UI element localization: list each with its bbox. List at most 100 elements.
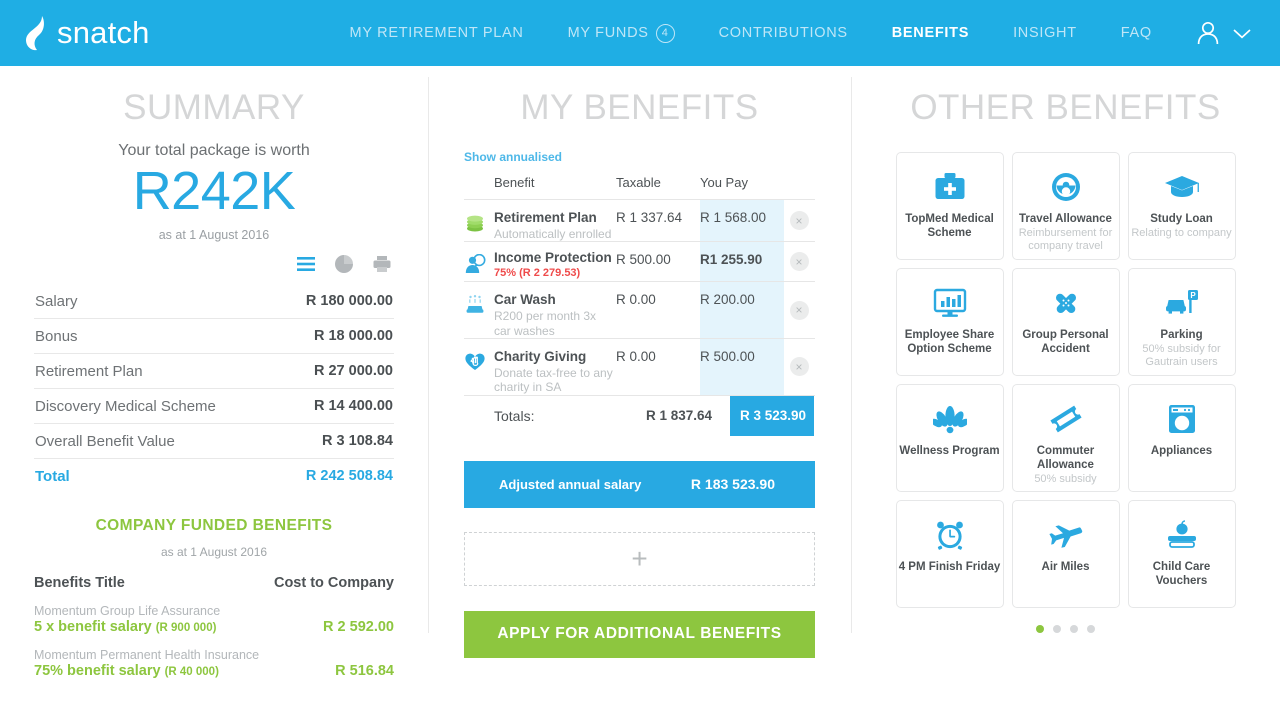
my-benefits-table-header: Benefit Taxable You Pay bbox=[464, 170, 815, 199]
other-benefit-card-group-personal-accident[interactable]: Group Personal Accident bbox=[1011, 268, 1120, 376]
benefit-description: R200 per month 3x car washes bbox=[494, 309, 597, 338]
pagination-dot-3[interactable] bbox=[1070, 625, 1078, 633]
chevron-down-icon bbox=[1233, 28, 1251, 39]
other-benefits-grid: TopMed Medical Scheme Travel Allowance R… bbox=[885, 152, 1246, 608]
income-protection-person-icon bbox=[464, 242, 494, 281]
summary-as-at-date: as at 1 August 2016 bbox=[158, 227, 270, 242]
adjusted-salary-label: Adjusted annual salary bbox=[499, 476, 642, 492]
remove-benefit-icon[interactable]: × bbox=[789, 252, 809, 272]
summary-total-label: Total bbox=[35, 467, 70, 485]
pagination-dot-2[interactable] bbox=[1053, 625, 1061, 633]
summary-view-toggles bbox=[34, 254, 394, 274]
company-funded-cost: R 2 592.00 bbox=[323, 618, 394, 635]
card-label: Air Miles bbox=[1041, 561, 1090, 573]
car-wash-icon bbox=[464, 282, 494, 338]
monitor-chart-icon bbox=[933, 285, 967, 321]
totals-you-pay: R 3 523.90 bbox=[730, 395, 814, 436]
remove-benefit-icon[interactable]: × bbox=[789, 300, 809, 320]
other-benefit-card-study-loan[interactable]: Study Loan Relating to company bbox=[1127, 152, 1236, 260]
benefit-description-alert: 75% (R 2 279.53) bbox=[494, 267, 581, 280]
summary-row-value: R 180 000.00 bbox=[305, 293, 393, 310]
benefit-row-charity-giving[interactable]: Charity Giving Donate tax-free to any ch… bbox=[464, 338, 815, 395]
nav-item-my-retirement-plan[interactable]: MY RETIREMENT PLAN bbox=[350, 25, 524, 41]
print-icon[interactable] bbox=[372, 254, 392, 274]
other-benefit-card-child-care-vouchers[interactable]: Child Care Vouchers bbox=[1127, 500, 1236, 608]
benefit-row-car-wash[interactable]: Car Wash R200 per month 3x car washes R … bbox=[464, 281, 815, 339]
nav-item-insight[interactable]: INSIGHT bbox=[1013, 25, 1077, 41]
nav-item-benefits[interactable]: BENEFITS bbox=[892, 25, 969, 41]
benefit-name: Car Wash bbox=[494, 292, 556, 308]
card-label: Study Loan bbox=[1150, 213, 1213, 225]
remove-benefit-icon[interactable]: × bbox=[789, 357, 809, 377]
card-sublabel: 50% subsidy bbox=[1034, 473, 1097, 486]
company-funded-as-at: as at 1 August 2016 bbox=[160, 544, 268, 559]
pagination-dot-4[interactable] bbox=[1087, 625, 1095, 633]
apply-for-additional-benefits-button[interactable]: APPLY FOR ADDITIONAL BENEFITS bbox=[464, 610, 815, 658]
charity-heart-hand-icon bbox=[464, 339, 494, 395]
company-funded-desc: 5 x benefit salary (R 900 000) bbox=[34, 618, 217, 635]
other-benefit-card-wellness-program[interactable]: Wellness Program bbox=[895, 384, 1004, 492]
company-funded-title: COMPANY FUNDED BENEFITS bbox=[95, 516, 333, 534]
card-sublabel: Relating to company bbox=[1131, 227, 1232, 240]
account-menu[interactable] bbox=[1196, 20, 1252, 46]
other-benefit-card-employee-share-option-scheme[interactable]: Employee Share Option Scheme bbox=[895, 268, 1004, 376]
totals-taxable: R 1 837.64 bbox=[646, 407, 713, 423]
card-label: TopMed Medical Scheme bbox=[905, 213, 994, 240]
brand-logo[interactable]: snatch bbox=[22, 14, 150, 52]
remove-benefit-icon[interactable]: × bbox=[789, 211, 809, 231]
benefit-name: Retirement Plan bbox=[494, 210, 597, 225]
top-navigation-bar: snatch MY RETIREMENT PLAN MY FUNDS 4 CON… bbox=[0, 0, 1280, 66]
adjusted-annual-salary-bar: Adjusted annual salary R 183 523.90 bbox=[464, 460, 815, 508]
card-sublabel: Reimbursement for company travel bbox=[1018, 227, 1113, 253]
my-benefits-table: Benefit Taxable You Pay Retirement Plan … bbox=[464, 170, 815, 436]
main-nav: MY RETIREMENT PLAN MY FUNDS 4 CONTRIBUTI… bbox=[350, 23, 1152, 43]
other-benefit-card-travel-allowance[interactable]: Travel Allowance Reimbursement for compa… bbox=[1011, 152, 1120, 260]
company-funded-header: Benefits Title Cost to Company bbox=[34, 575, 394, 591]
add-benefit-button[interactable]: + bbox=[464, 531, 815, 586]
other-benefits-title: OTHER BENEFITS bbox=[910, 88, 1221, 127]
card-label: Group Personal Accident bbox=[1022, 329, 1109, 356]
card-label: Parking bbox=[1160, 329, 1203, 341]
nav-item-my-funds[interactable]: MY FUNDS 4 bbox=[568, 23, 675, 43]
company-funded-amount-paren: (R 900 000) bbox=[155, 621, 217, 634]
card-label: Child Care Vouchers bbox=[1152, 561, 1211, 588]
benefit-taxable: R 1 337.64 bbox=[616, 210, 683, 225]
pagination-dot-1[interactable] bbox=[1036, 625, 1044, 633]
other-benefit-card-appliances[interactable]: Appliances bbox=[1127, 384, 1236, 492]
summary-row-value: R 27 000.00 bbox=[313, 363, 393, 380]
other-benefit-card-topmed-medical-scheme[interactable]: TopMed Medical Scheme bbox=[895, 152, 1004, 260]
benefit-row-income-protection[interactable]: Income Protection 75% (R 2 279.53) R 500… bbox=[464, 241, 815, 282]
card-label: 4 PM Finish Friday bbox=[898, 561, 1001, 573]
card-label: Employee Share Option Scheme bbox=[904, 329, 995, 356]
benefit-row-retirement-plan[interactable]: Retirement Plan Automatically enrolled R… bbox=[464, 199, 815, 242]
ticket-icon bbox=[1049, 401, 1083, 437]
medical-kit-icon bbox=[933, 169, 967, 205]
company-funded-provider: Momentum Permanent Health Insurance bbox=[34, 647, 260, 662]
summary-subtitle: Your total package is worth bbox=[118, 142, 310, 159]
my-benefits-title: MY BENEFITS bbox=[520, 88, 759, 127]
totals-label: Totals: bbox=[494, 407, 535, 424]
alarm-clock-icon bbox=[934, 517, 966, 553]
col-header-remove bbox=[784, 175, 814, 190]
steering-wheel-icon bbox=[1050, 169, 1082, 205]
graduation-cap-icon bbox=[1164, 169, 1200, 205]
pie-chart-icon[interactable] bbox=[334, 254, 354, 274]
airplane-icon bbox=[1048, 517, 1084, 553]
benefit-name: Income Protection bbox=[494, 250, 612, 266]
other-benefit-card-parking[interactable]: P Parking 50% subsidy for Gautrain users bbox=[1127, 268, 1236, 376]
nav-item-faq[interactable]: FAQ bbox=[1121, 25, 1152, 41]
col-header-benefit: Benefit bbox=[494, 175, 535, 190]
benefit-you-pay: R1 255.90 bbox=[700, 242, 784, 282]
other-benefit-card-4pm-finish-friday[interactable]: 4 PM Finish Friday bbox=[895, 500, 1004, 608]
show-annualised-link[interactable]: Show annualised bbox=[464, 150, 815, 164]
list-view-icon[interactable] bbox=[296, 254, 316, 274]
summary-row: Retirement Plan R 27 000.00 bbox=[34, 354, 394, 389]
adjusted-salary-value: R 183 523.90 bbox=[690, 476, 775, 493]
nav-item-contributions[interactable]: CONTRIBUTIONS bbox=[719, 25, 848, 41]
summary-row-label: Salary bbox=[35, 292, 78, 310]
summary-row: Overall Benefit Value R 3 108.84 bbox=[34, 424, 394, 459]
company-funded-col-cost: Cost to Company bbox=[273, 574, 394, 591]
card-label: Travel Allowance bbox=[1019, 213, 1112, 225]
other-benefit-card-commuter-allowance[interactable]: Commuter Allowance 50% subsidy bbox=[1011, 384, 1120, 492]
other-benefit-card-air-miles[interactable]: Air Miles bbox=[1011, 500, 1120, 608]
